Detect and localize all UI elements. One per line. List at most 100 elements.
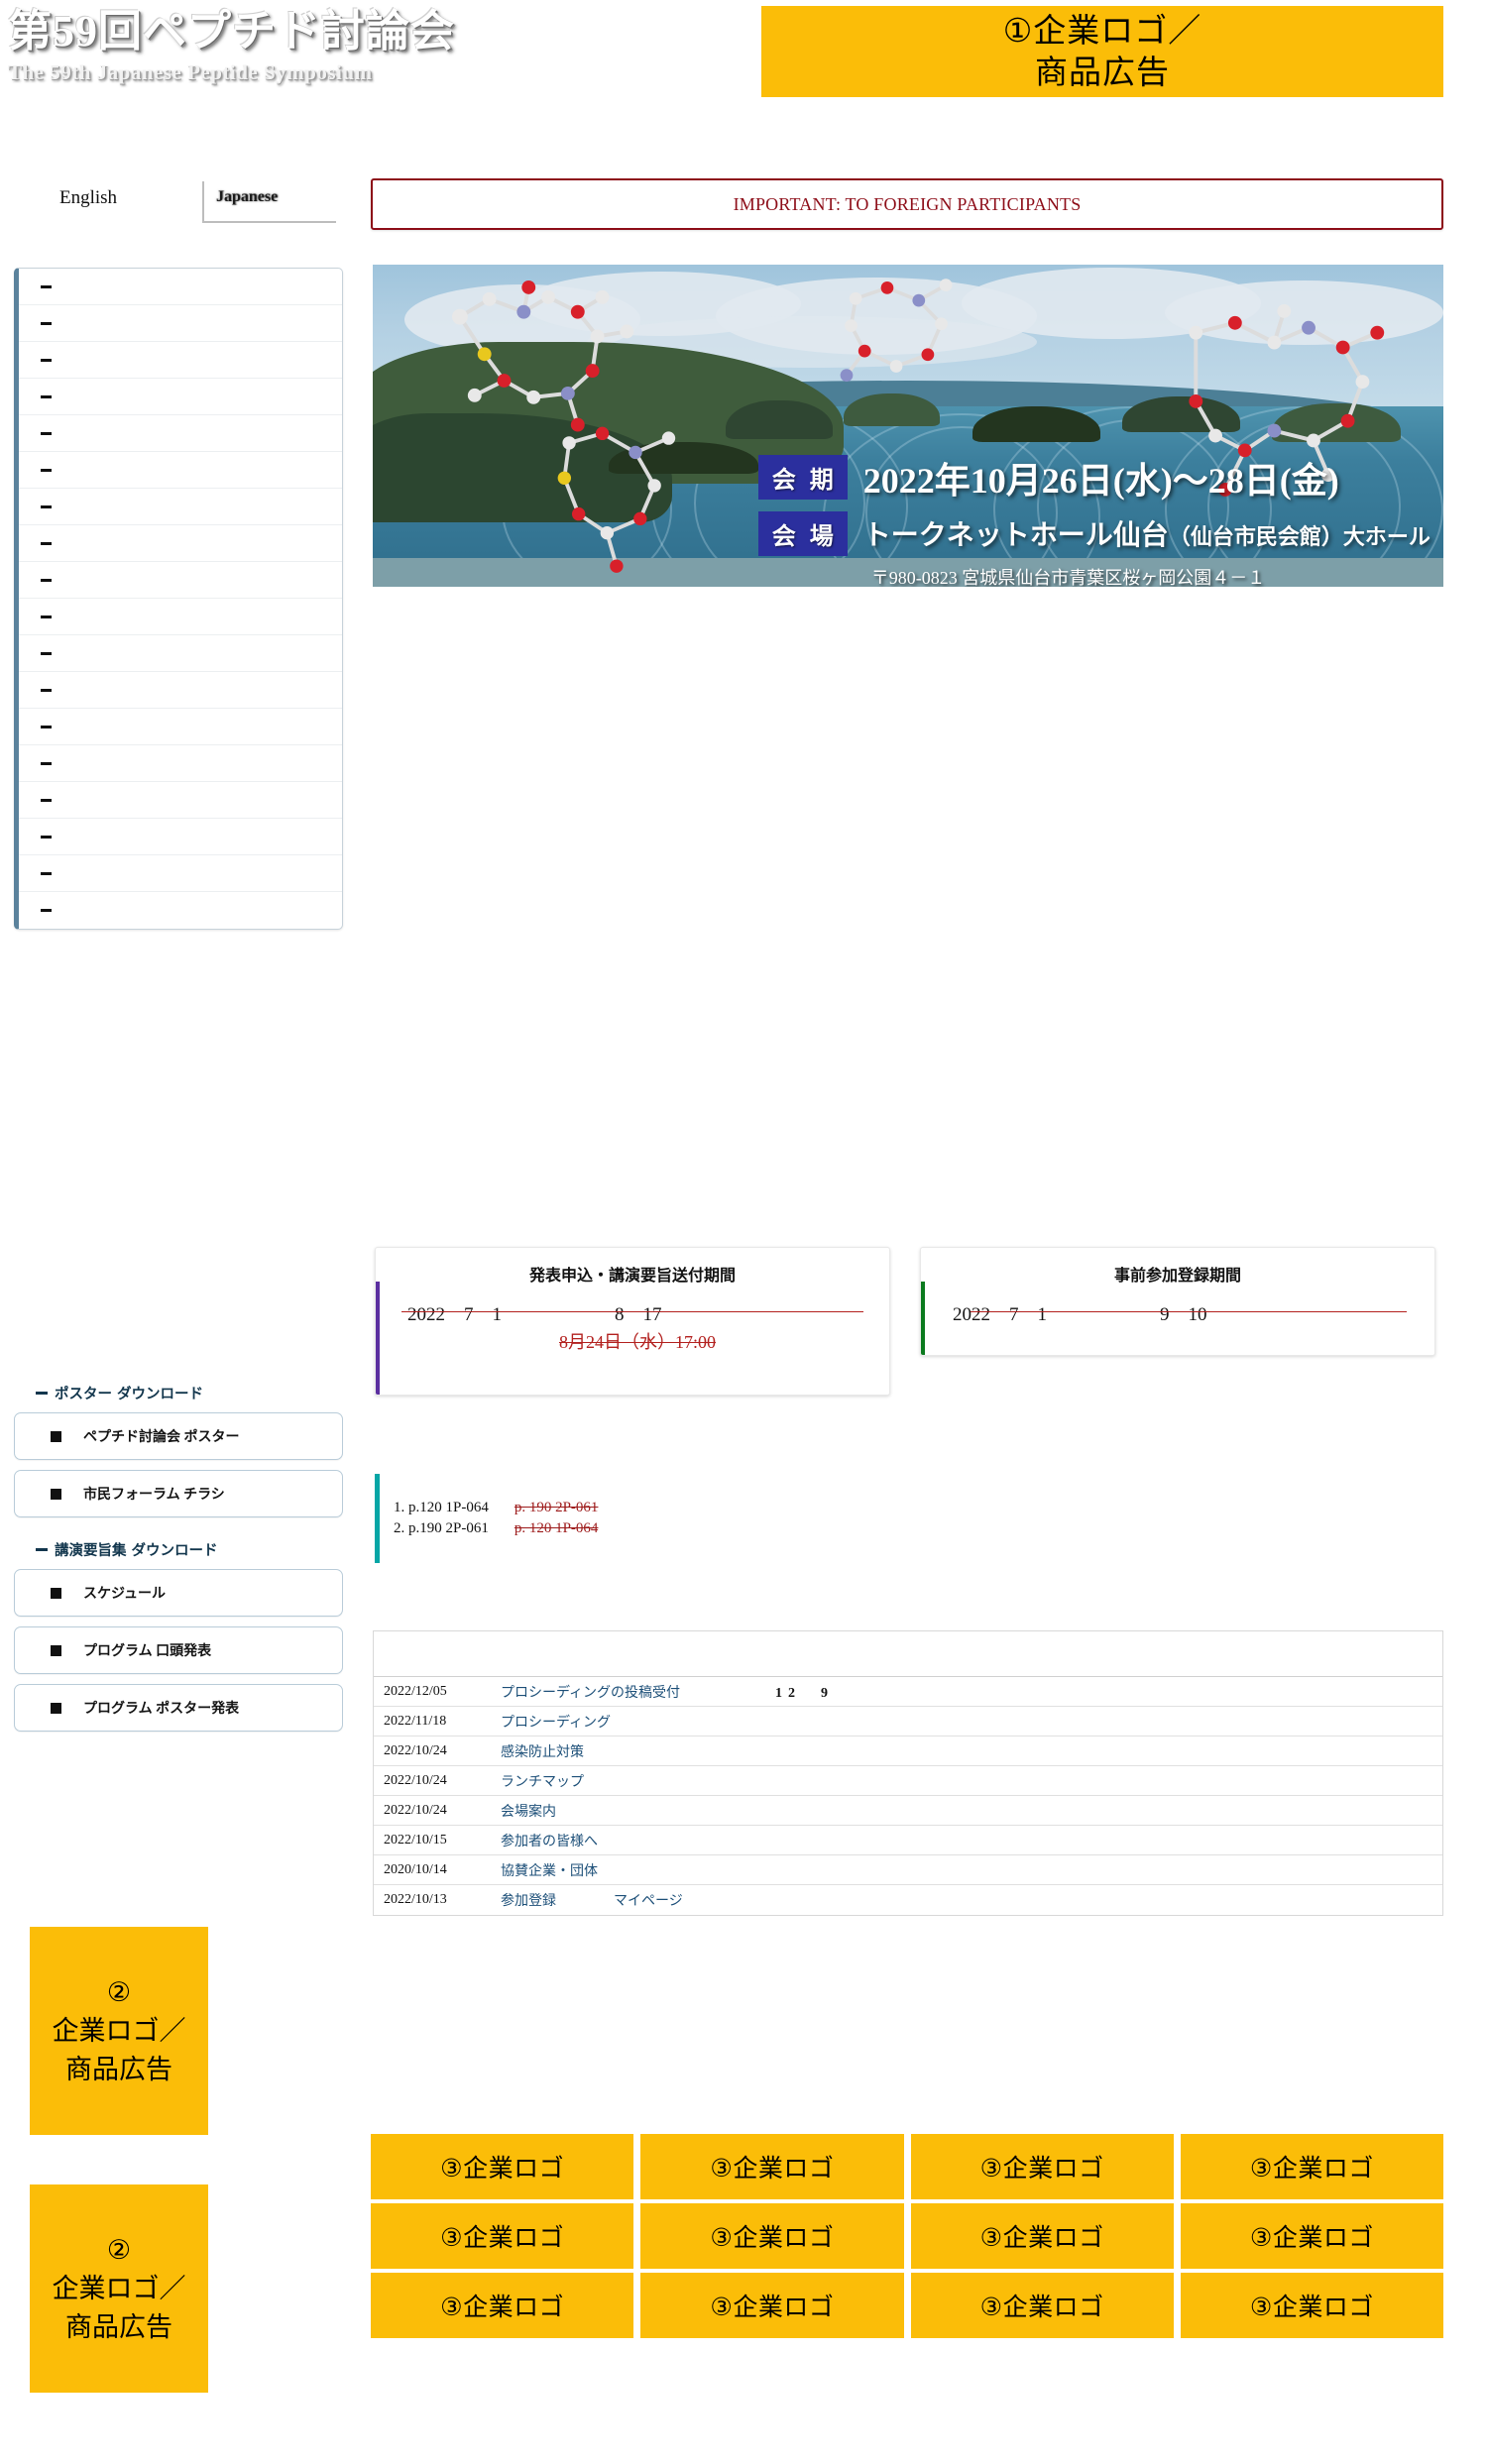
hero-venue-row: 会 場 トークネットホール仙台（仙台市民会館）大ホール xyxy=(757,510,1430,556)
sidebar-item-10[interactable] xyxy=(19,635,342,672)
sponsor-logo-cell-5[interactable]: ③企業ロゴ xyxy=(640,2203,904,2269)
language-option-japanese-tab[interactable]: Japanese xyxy=(202,181,336,223)
hero-date-row: 会 期 2022年10月26日(水)〜28日(金) xyxy=(757,452,1430,504)
sidebar-item-11[interactable] xyxy=(19,672,342,709)
ad-banner-top[interactable]: ①企業ロゴ／ 商品広告 xyxy=(761,6,1443,97)
sponsor-logo-cell-1[interactable]: ③企業ロゴ xyxy=(640,2134,904,2199)
news-link[interactable]: 協賛企業・団体 xyxy=(501,1860,598,1880)
peptide-molecule-icon xyxy=(557,426,676,573)
sidebar-item-14[interactable] xyxy=(19,782,342,819)
abstract-download-button-0[interactable]: スケジュール xyxy=(14,1569,343,1617)
dash-icon xyxy=(41,651,52,655)
ad-box-side-2-line2: 企業ロゴ／ xyxy=(52,2273,186,2304)
poster-download-group: ポスター ダウンロード ペプチド討論会 ポスター市民フォーラム チラシ xyxy=(14,1383,343,1527)
language-option-japanese: Japanese xyxy=(216,188,279,205)
sidebar-item-17[interactable] xyxy=(19,892,342,929)
page-root: 第59回ペプチド討論会 The 59th Japanese Peptide Sy… xyxy=(0,0,1487,2464)
sponsor-logo-cell-9[interactable]: ③企業ロゴ xyxy=(640,2273,904,2338)
sponsor-logo-cell-3[interactable]: ③企業ロゴ xyxy=(1180,2134,1443,2199)
dash-icon xyxy=(41,725,52,728)
news-row[interactable]: 2022/10/24 感染防止対策 xyxy=(374,1736,1442,1766)
news-link[interactable]: 会場案内 xyxy=(501,1801,556,1821)
sidebar-item-3[interactable] xyxy=(19,379,342,415)
sidebar-item-8[interactable] xyxy=(19,562,342,599)
dash-icon xyxy=(41,615,52,618)
news-link[interactable]: プロシーディング xyxy=(501,1712,611,1732)
poster-download-title-label: ポスター ダウンロード xyxy=(55,1387,204,1402)
language-switcher: English Japanese xyxy=(24,181,341,223)
dash-icon xyxy=(41,835,52,839)
abstract-download-button-label: スケジュール xyxy=(83,1587,167,1602)
dash-icon xyxy=(41,761,52,765)
sidebar-item-2[interactable] xyxy=(19,342,342,379)
sidebar-item-16[interactable] xyxy=(19,855,342,892)
news-link[interactable]: 参加登録 xyxy=(501,1890,556,1910)
sidebar-item-9[interactable] xyxy=(19,599,342,635)
sponsor-logo-cell-11[interactable]: ③企業ロゴ xyxy=(1180,2273,1443,2338)
news-link[interactable]: 感染防止対策 xyxy=(501,1741,584,1761)
sponsor-logo-cell-2[interactable]: ③企業ロゴ xyxy=(910,2134,1174,2199)
sponsor-logo-cell-8[interactable]: ③企業ロゴ xyxy=(371,2273,634,2338)
abstract-download-button-2[interactable]: プログラム ポスター発表 xyxy=(14,1684,343,1732)
sidebar-item-6[interactable] xyxy=(19,489,342,525)
sidebar-item-13[interactable] xyxy=(19,745,342,782)
news-row[interactable]: 2020/10/14 協賛企業・団体 xyxy=(374,1855,1442,1885)
news-row[interactable]: 2022/10/24 会場案内 xyxy=(374,1796,1442,1826)
news-link[interactable]: 参加者の皆様へ xyxy=(501,1831,598,1850)
ad-box-side-2-line1: ② xyxy=(106,2234,132,2266)
ad-box-side-2-line3: 商品広告 xyxy=(65,2311,172,2343)
deadline-card-registration-title: 事前参加登録期間 xyxy=(1113,1266,1241,1285)
poster-download-button-label: 市民フォーラム チラシ xyxy=(83,1488,225,1503)
news-row[interactable]: 2022/11/18 プロシーディング xyxy=(374,1707,1442,1736)
deadline-submission-period: 2022 7 1 8 17 xyxy=(407,1304,662,1325)
news-row[interactable]: 2022/10/24 ランチマップ xyxy=(374,1766,1442,1796)
ad-box-side-1[interactable]: ② 企業ロゴ／ 商品広告 xyxy=(30,1927,208,2135)
sponsor-logo-cell-4[interactable]: ③企業ロゴ xyxy=(371,2203,634,2269)
important-foreign-participants-banner[interactable]: IMPORTANT: TO FOREIGN PARTICIPANTS xyxy=(371,178,1443,230)
sponsor-logo-grid: ③企業ロゴ ③企業ロゴ ③企業ロゴ ③企業ロゴ ③企業ロゴ ③企業ロゴ ③企業ロゴ ③企業ロゴ… xyxy=(371,2134,1443,2338)
hero-banner[interactable]: 会 期 2022年10月26日(水)〜28日(金) 会 場 トークネットホール仙… xyxy=(373,265,1443,587)
sidebar-item-7[interactable] xyxy=(19,525,342,562)
dash-icon xyxy=(41,321,52,325)
ad-box-side-2[interactable]: ② 企業ロゴ／ 商品広告 xyxy=(30,2184,208,2393)
sidebar-item-0[interactable] xyxy=(19,269,342,305)
dash-icon xyxy=(41,358,52,362)
dash-icon xyxy=(36,1392,48,1395)
abstract-download-button-label: プログラム 口頭発表 xyxy=(83,1644,212,1659)
news-link[interactable]: プロシーディングの投稿受付 xyxy=(501,1682,680,1702)
bullet-square-icon xyxy=(51,1702,61,1714)
news-extra[interactable]: マイページ xyxy=(614,1890,683,1910)
deadline-card-registration: 事前参加登録期間 2022 7 1 9 10 xyxy=(920,1247,1435,1356)
language-option-english[interactable]: English xyxy=(59,187,117,209)
sidebar-item-12[interactable] xyxy=(19,709,342,745)
hero-address: 〒980-0823 宮城県仙台市青葉区桜ヶ岡公園４－１ xyxy=(870,567,1266,588)
errata-row-0: 1. p.120 1P-064 p. 190 2P-061 xyxy=(394,1500,801,1516)
hero-event-info: 会 期 2022年10月26日(水)〜28日(金) 会 場 トークネットホール仙… xyxy=(757,452,1430,588)
deadline-registration-period: 2022 7 1 9 10 xyxy=(953,1304,1207,1325)
sponsor-logo-cell-0[interactable]: ③企業ロゴ xyxy=(371,2134,634,2199)
news-date: 2022/10/24 xyxy=(384,1802,447,1818)
errata-correction: p. 120 1P-064 xyxy=(514,1520,599,1536)
abstract-download-button-1[interactable]: プログラム 口頭発表 xyxy=(14,1626,343,1674)
bullet-square-icon xyxy=(51,1644,61,1656)
sponsor-logo-cell-10[interactable]: ③企業ロゴ xyxy=(910,2273,1174,2338)
sponsor-logo-cell-7[interactable]: ③企業ロゴ xyxy=(1180,2203,1443,2269)
sidebar-item-1[interactable] xyxy=(19,305,342,342)
poster-download-button-0[interactable]: ペプチド討論会 ポスター xyxy=(14,1412,343,1460)
news-row[interactable]: 2022/10/15 参加者の皆様へ xyxy=(374,1826,1442,1855)
news-row[interactable]: 2022/12/05 プロシーディングの投稿受付 12 9 xyxy=(374,1677,1442,1707)
ad-banner-top-line2: 商品広告 xyxy=(1035,53,1170,91)
news-link[interactable]: ランチマップ xyxy=(501,1771,584,1791)
dash-icon xyxy=(41,871,52,875)
site-title-japanese: 第59回ペプチド討論会 xyxy=(8,7,455,56)
news-row[interactable]: 2022/10/13 参加登録 マイページ xyxy=(374,1885,1442,1915)
sidebar-item-15[interactable] xyxy=(19,819,342,855)
sidebar-item-5[interactable] xyxy=(19,452,342,489)
poster-download-button-1[interactable]: 市民フォーラム チラシ xyxy=(14,1470,343,1517)
sponsor-logo-cell-6[interactable]: ③企業ロゴ xyxy=(910,2203,1174,2269)
dash-icon xyxy=(41,468,52,472)
poster-download-title: ポスター ダウンロード xyxy=(14,1383,343,1403)
hero-date-tag: 会 期 xyxy=(757,455,848,500)
news-extra[interactable]: 12 9 xyxy=(775,1682,834,1702)
sidebar-item-4[interactable] xyxy=(19,415,342,452)
